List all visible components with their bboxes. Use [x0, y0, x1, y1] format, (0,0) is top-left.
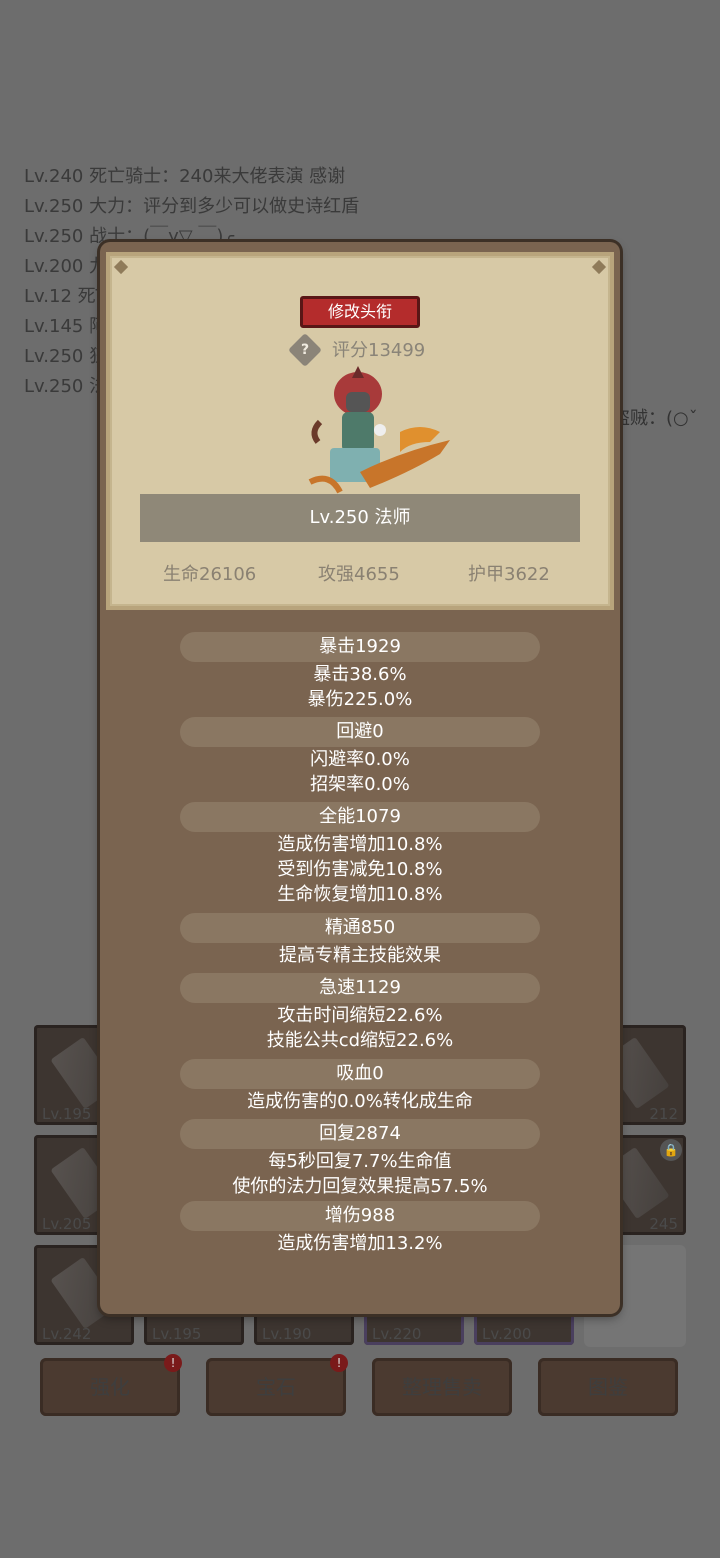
alert-badge-icon: !	[330, 1354, 348, 1372]
gem-button[interactable]: 宝石!	[206, 1354, 348, 1416]
item-level: Lv.195	[42, 1105, 92, 1123]
chat-line: Lv.250 大力：评分到多少可以做史诗红盾	[24, 196, 360, 217]
stat-group-header: 急速1129	[180, 973, 540, 1003]
stat-group-header: 回避0	[180, 717, 540, 747]
stat-line: 受到伤害减免10.8%	[277, 859, 443, 880]
stat-line: 暴伤225.0%	[307, 689, 413, 710]
item-level: 245	[649, 1215, 678, 1233]
stat-group-header: 增伤988	[180, 1201, 540, 1231]
item-level: 212	[649, 1105, 678, 1123]
stat-group-header: 回复2874	[180, 1119, 540, 1149]
item-level: Lv.190	[262, 1325, 312, 1343]
stat-group-header: 精通850	[180, 913, 540, 943]
corner-ornament	[591, 259, 607, 275]
help-icon-glyph: ?	[300, 342, 310, 358]
character-name-bar: Lv.250 法师	[140, 494, 580, 542]
stat-group-header: 暴击1929	[180, 632, 540, 662]
score-text: 评分13499	[332, 340, 426, 361]
edit-title-button[interactable]: 修改头衔	[300, 296, 420, 328]
item-level: Lv.205	[42, 1215, 92, 1233]
character-avatar	[308, 366, 450, 494]
stat-line: 每5秒回复7.7%生命值	[268, 1151, 452, 1172]
stat-line: 招架率0.0%	[310, 774, 410, 795]
stat-line: 技能公共cd缩短22.6%	[266, 1030, 454, 1051]
enhance-button[interactable]: 强化!	[40, 1354, 182, 1416]
hp-stat: 生命26106	[163, 564, 257, 585]
attack-power-stat: 攻强4655	[318, 564, 400, 585]
sort-sell-button[interactable]: 整理售卖	[372, 1358, 512, 1416]
stat-line: 使你的法力回复效果提高57.5%	[232, 1176, 488, 1197]
stat-line: 造成伤害增加13.2%	[277, 1233, 443, 1254]
chat-line: Lv.240 死亡骑士：240来大佬表演 感谢	[24, 166, 346, 187]
stat-line: 提高专精主技能效果	[279, 945, 441, 966]
stat-line: 生命恢复增加10.8%	[277, 884, 443, 905]
alert-badge-icon: !	[164, 1354, 182, 1372]
stat-line: 攻击时间缩短22.6%	[277, 1005, 443, 1026]
stat-line: 造成伤害的0.0%转化成生命	[247, 1091, 473, 1112]
stat-line: 暴击38.6%	[313, 664, 407, 685]
sort-sell-label: 整理售卖	[402, 1375, 482, 1399]
gem-label: 宝石	[256, 1375, 296, 1399]
stat-group-header: 全能1079	[180, 802, 540, 832]
stat-line: 造成伤害增加10.8%	[277, 834, 443, 855]
armor-stat: 护甲3622	[468, 564, 550, 585]
chat-line-partial: 盗贼：(○ˇ	[612, 408, 698, 429]
item-level: Lv.220	[372, 1325, 422, 1343]
item-level: Lv.200	[482, 1325, 532, 1343]
enhance-label: 强化	[90, 1375, 130, 1399]
stat-group-header: 吸血0	[180, 1059, 540, 1089]
codex-button[interactable]: 图鉴	[538, 1358, 678, 1416]
item-level: Lv.195	[152, 1325, 202, 1343]
corner-ornament	[113, 259, 129, 275]
stat-line: 闪避率0.0%	[310, 749, 410, 770]
lock-icon: 🔒	[660, 1139, 682, 1161]
codex-label: 图鉴	[588, 1375, 628, 1399]
item-level: Lv.242	[42, 1325, 92, 1343]
